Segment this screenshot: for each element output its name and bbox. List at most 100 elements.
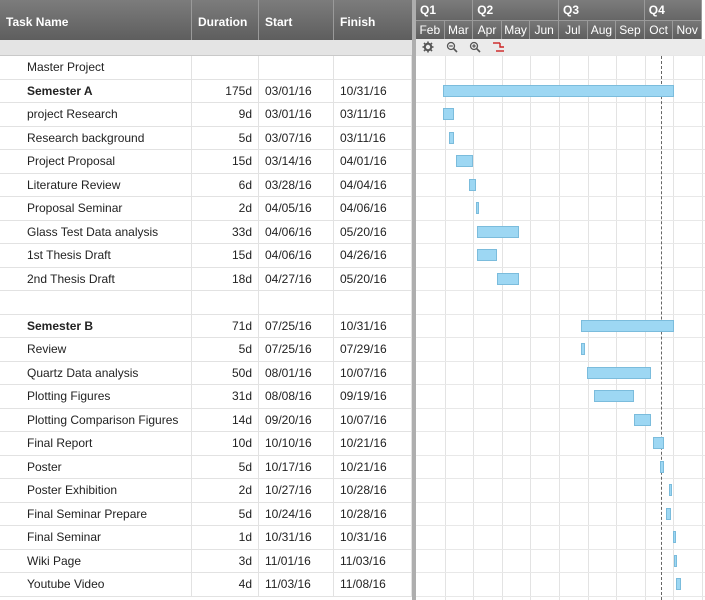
task-bar[interactable] [675, 578, 682, 590]
task-name-cell [0, 291, 192, 314]
column-header-task-name[interactable]: Task Name [0, 0, 192, 40]
duration-cell: 14d [192, 408, 259, 431]
task-bar[interactable] [448, 131, 454, 144]
table-row[interactable]: Quartz Data analysis 50d 08/01/16 10/07/16 [0, 361, 412, 385]
gantt-chart: Q1 Q2 Q3 Q4 Feb Mar Apr May Jun Jul Aug Sep Oct Nov [416, 0, 705, 600]
table-row[interactable] [0, 291, 412, 315]
duration-cell: 3d [192, 549, 259, 572]
table-row[interactable]: Review 5d 07/25/16 07/29/16 [0, 338, 412, 362]
quarter-label: Q2 [473, 0, 559, 20]
task-name-cell: Semester A [0, 79, 192, 102]
gear-icon[interactable] [420, 39, 436, 55]
month-label: Jul [559, 20, 588, 39]
task-bar[interactable] [477, 249, 497, 261]
month-label: Nov [673, 20, 702, 39]
task-bar[interactable] [580, 343, 586, 355]
table-row[interactable]: Plotting Comparison Figures 14d 09/20/16 10… [0, 408, 412, 432]
task-bar[interactable] [659, 460, 665, 473]
duration-cell [192, 56, 259, 79]
task-name-cell: Plotting Figures [0, 385, 192, 408]
table-row[interactable]: Literature Review 6d 03/28/16 04/04/16 [0, 173, 412, 197]
task-bar[interactable] [496, 272, 520, 285]
task-bar[interactable] [653, 437, 665, 449]
column-header-start[interactable]: Start [259, 0, 334, 40]
task-name-cell: Research background [0, 126, 192, 149]
task-bar[interactable] [443, 108, 454, 120]
task-name-cell: Literature Review [0, 173, 192, 196]
task-name-cell: Semester B [0, 314, 192, 337]
task-bar[interactable] [587, 366, 652, 379]
task-bar[interactable] [634, 413, 652, 426]
finish-cell: 05/20/16 [334, 220, 412, 243]
task-bar[interactable] [476, 202, 480, 214]
zoom-in-icon[interactable] [467, 39, 483, 55]
finish-cell: 10/07/16 [334, 408, 412, 431]
start-cell: 08/08/16 [259, 385, 334, 408]
month-gridline [501, 56, 503, 600]
finish-cell: 10/28/16 [334, 502, 412, 525]
finish-cell: 10/28/16 [334, 479, 412, 502]
table-row[interactable]: Youtube Video 4d 11/03/16 11/08/16 [0, 573, 412, 597]
finish-cell: 10/21/16 [334, 432, 412, 455]
table-row[interactable]: project Research 9d 03/01/16 03/11/16 [0, 103, 412, 127]
month-label: Sep [616, 20, 645, 39]
task-name-cell: Poster Exhibition [0, 479, 192, 502]
table-row[interactable]: Glass Test Data analysis 33d 04/06/16 05/20… [0, 220, 412, 244]
month-gridline [702, 56, 703, 600]
task-bar[interactable] [455, 155, 474, 167]
task-bar[interactable] [580, 319, 674, 332]
task-bar[interactable] [672, 531, 676, 543]
finish-cell: 04/26/16 [334, 244, 412, 267]
task-bar[interactable] [669, 484, 673, 496]
table-row[interactable]: Final Report 10d 10/10/16 10/21/16 [0, 432, 412, 456]
start-cell: 10/31/16 [259, 526, 334, 549]
duration-cell: 33d [192, 220, 259, 243]
start-cell: 04/06/16 [259, 244, 334, 267]
task-name-cell: Glass Test Data analysis [0, 220, 192, 243]
table-row[interactable]: Poster 5d 10/17/16 10/21/16 [0, 455, 412, 479]
table-row[interactable]: 1st Thesis Draft 15d 04/06/16 04/26/16 [0, 244, 412, 268]
task-bar[interactable] [666, 507, 671, 520]
zoom-out-icon[interactable] [444, 39, 460, 55]
task-bar[interactable] [443, 84, 674, 97]
duration-cell: 1d [192, 526, 259, 549]
task-name-cell: Wiki Page [0, 549, 192, 572]
table-row[interactable]: 2nd Thesis Draft 18d 04/27/16 05/20/16 [0, 267, 412, 291]
table-row[interactable]: Plotting Figures 31d 08/08/16 09/19/16 [0, 385, 412, 409]
table-row[interactable]: Master Project [0, 56, 412, 80]
finish-cell: 04/04/16 [334, 173, 412, 196]
task-name-cell: Poster [0, 455, 192, 478]
task-bar[interactable] [468, 178, 477, 191]
task-bar[interactable] [593, 390, 635, 402]
start-cell: 10/27/16 [259, 479, 334, 502]
table-row[interactable]: Project Proposal 15d 03/14/16 04/01/16 [0, 150, 412, 174]
task-bar[interactable] [673, 554, 677, 567]
table-row[interactable]: Semester B 71d 07/25/16 10/31/16 [0, 314, 412, 338]
finish-cell: 09/19/16 [334, 385, 412, 408]
month-label: Jun [530, 20, 559, 39]
duration-cell: 10d [192, 432, 259, 455]
duration-cell: 18d [192, 267, 259, 290]
start-cell: 11/01/16 [259, 549, 334, 572]
task-bar[interactable] [477, 225, 520, 238]
finish-cell: 05/20/16 [334, 267, 412, 290]
critical-path-icon[interactable] [491, 39, 507, 55]
table-row[interactable]: Poster Exhibition 2d 10/27/16 10/28/16 [0, 479, 412, 503]
table-row[interactable]: Final Seminar Prepare 5d 10/24/16 10/28/16 [0, 502, 412, 526]
table-row[interactable]: Research background 5d 03/07/16 03/11/16 [0, 126, 412, 150]
start-cell: 07/25/16 [259, 314, 334, 337]
start-cell: 04/27/16 [259, 267, 334, 290]
table-row[interactable]: Wiki Page 3d 11/01/16 11/03/16 [0, 549, 412, 573]
finish-cell: 07/29/16 [334, 338, 412, 361]
table-row[interactable]: Semester A 175d 03/01/16 10/31/16 [0, 79, 412, 103]
start-cell: 03/07/16 [259, 126, 334, 149]
start-cell: 03/01/16 [259, 103, 334, 126]
table-row[interactable]: Proposal Seminar 2d 04/05/16 04/06/16 [0, 197, 412, 221]
month-label: May [501, 20, 531, 39]
column-header-finish[interactable]: Finish [334, 0, 412, 40]
finish-cell: 03/11/16 [334, 103, 412, 126]
start-cell: 07/25/16 [259, 338, 334, 361]
table-row[interactable]: Final Seminar 1d 10/31/16 10/31/16 [0, 526, 412, 550]
task-name-cell: Youtube Video [0, 573, 192, 596]
column-header-duration[interactable]: Duration [192, 0, 259, 40]
